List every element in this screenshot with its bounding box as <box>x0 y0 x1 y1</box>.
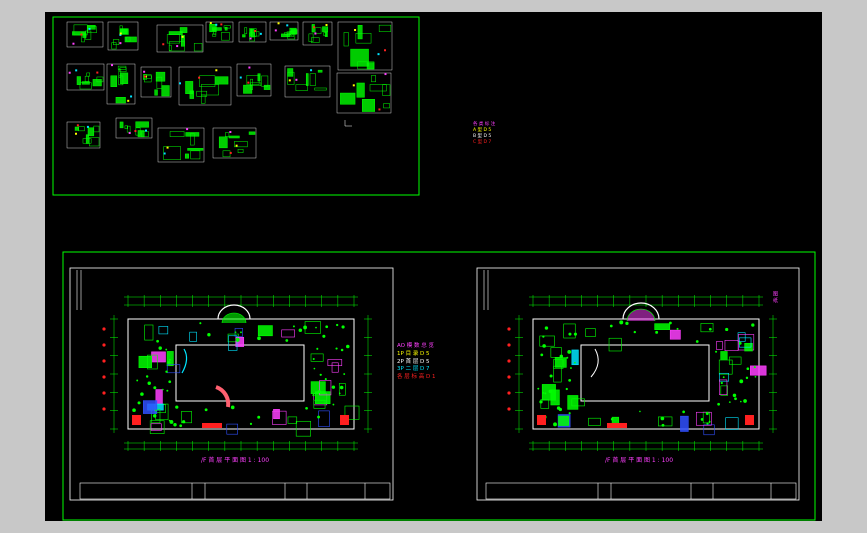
detail-thumbnail[interactable] <box>140 66 172 98</box>
detail-thumbnail[interactable] <box>238 21 267 43</box>
detail-thumbnail[interactable] <box>115 117 153 139</box>
detail-thumbnail[interactable] <box>66 121 101 149</box>
left-plan-title: /F 首 层 平 面 图 1 : 100 <box>201 457 270 464</box>
detail-thumbnail[interactable] <box>337 21 393 71</box>
detail-thumbnail[interactable] <box>107 21 139 51</box>
detail-thumbnail[interactable] <box>269 21 299 41</box>
cad-model-viewport[interactable]: AO 模 数 总 览 1P 目 录 D 5 2P 首 层 D 5 3P 二 层 … <box>45 12 822 521</box>
floor-plan-drawing[interactable] <box>507 295 777 451</box>
detail-thumbnail[interactable] <box>66 21 104 48</box>
legend-left-line: AO 模 数 总 览 <box>397 343 434 349</box>
legend-left-line: 1P 目 录 D 5 <box>397 350 430 357</box>
detail-drawings-group <box>66 21 393 163</box>
floor-plans-group <box>102 295 777 451</box>
detail-thumbnail[interactable] <box>236 63 272 97</box>
detail-thumbnail[interactable] <box>106 63 136 105</box>
drawing-canvas[interactable] <box>45 12 822 521</box>
detail-thumbnail[interactable] <box>66 63 105 91</box>
detail-thumbnail[interactable] <box>178 66 232 106</box>
detail-thumbnail[interactable] <box>157 127 205 163</box>
legend-top-line: C 型 D 7 <box>473 140 492 145</box>
right-sheet-side-note: 图 纸 <box>772 291 778 303</box>
detail-thumbnail[interactable] <box>212 127 257 159</box>
legend-left: AO 模 数 总 览 1P 目 录 D 5 2P 首 层 D 5 3P 二 层 … <box>397 343 435 382</box>
right-plan-title: /F 首 层 平 面 图 1 : 100 <box>605 457 674 464</box>
legend-left-line: 各 层 标 高 D 1 <box>397 374 436 381</box>
detail-thumbnail[interactable] <box>302 21 333 46</box>
detail-thumbnail[interactable] <box>205 21 234 43</box>
legend-top: 各 类 标 注 A 型 D 5 B 型 D 5 C 型 D 7 <box>473 122 495 146</box>
detail-thumbnail[interactable] <box>336 72 392 114</box>
floor-plan-drawing[interactable] <box>102 295 372 451</box>
detail-thumbnail[interactable] <box>284 65 331 98</box>
detail-thumbnail[interactable] <box>156 24 204 53</box>
